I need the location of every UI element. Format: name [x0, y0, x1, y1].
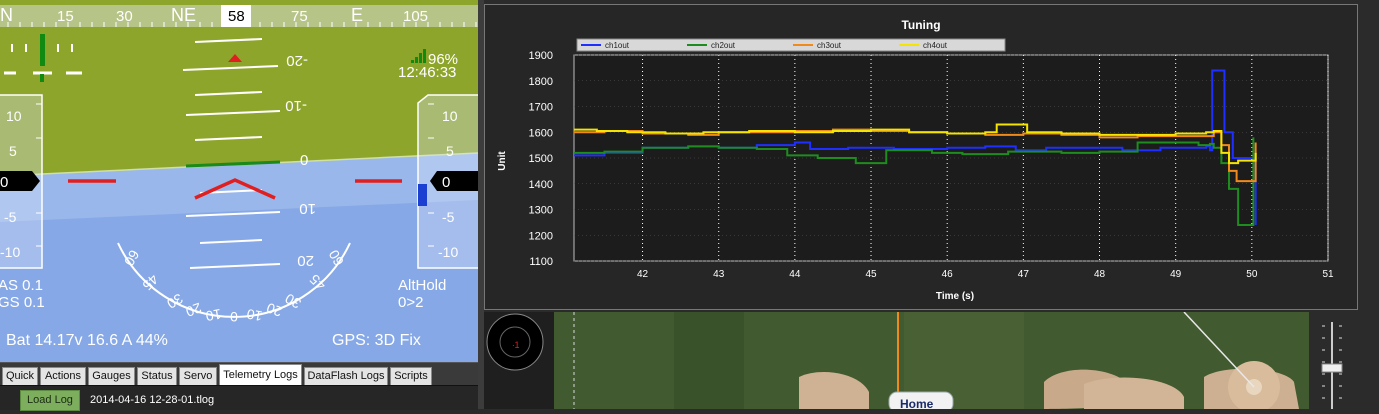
tab-status[interactable]: Status — [137, 367, 177, 385]
airspeed-readout: AS 0.1 — [0, 277, 43, 294]
map-panel[interactable]: ∙1 Home — [484, 312, 1309, 409]
pitch-label-up10: -10 — [285, 97, 307, 114]
x-axis-ticks: 42 43 44 45 46 47 48 49 50 51 — [637, 269, 1334, 280]
x-tick-label: 46 — [942, 269, 954, 280]
altitude-box — [430, 171, 478, 191]
map-svg[interactable]: ∙1 Home — [484, 312, 1309, 409]
legend-label-ch1out: ch1out — [605, 41, 630, 50]
altitude-tape-m10: -10 — [438, 244, 458, 260]
legend-label-ch4out: ch4out — [923, 41, 948, 50]
roll-label: 10 — [204, 306, 222, 324]
flight-data-tabs: Quick Actions Gauges Status Servo Teleme… — [0, 362, 478, 386]
heading-label-15: 15 — [57, 8, 74, 25]
legend-label-ch3out: ch3out — [817, 41, 842, 50]
pitch-label-up20: -20 — [286, 52, 308, 69]
pitch-label-zero: 0 — [300, 152, 308, 169]
hud-panel: N 15 30 NE 58 75 E 105 -20 -10 0 10 20 6… — [0, 0, 478, 362]
x-tick-label: 49 — [1170, 269, 1182, 280]
x-axis-label: Time (s) — [936, 291, 974, 302]
tuning-chart: Tuning 110012001300140015001600170018001… — [497, 18, 1334, 302]
tab-dataflash-logs[interactable]: DataFlash Logs — [304, 367, 388, 385]
y-tick-label: 1500 — [529, 153, 553, 165]
y-tick-label: 1700 — [529, 102, 553, 114]
battery-readout: Bat 14.17v 16.6 A 44% — [6, 332, 168, 349]
roll-label: 10 — [245, 306, 263, 324]
tuning-graph-panel: Tuning 1100 1200 1300 1400 1500 1600 1700 1800 1… — [484, 4, 1358, 310]
airspeed-value: 0 — [0, 174, 8, 191]
x-tick-label: 43 — [713, 269, 725, 280]
tab-actions[interactable]: Actions — [40, 367, 86, 385]
heading-label-n: N — [0, 5, 13, 25]
altitude-tape-10: 10 — [442, 108, 458, 124]
x-tick-label: 45 — [865, 269, 877, 280]
map-zoom-control — [1310, 312, 1359, 409]
home-marker-label: Home — [900, 397, 934, 409]
tab-telemetry-logs[interactable]: Telemetry Logs — [219, 364, 302, 385]
svg-text:∙1: ∙1 — [512, 340, 520, 350]
y-tick-label: 1200 — [529, 230, 553, 242]
chart-legend: ch1out ch2out ch3out ch4out — [576, 38, 1006, 52]
x-tick-label: 51 — [1322, 269, 1334, 280]
y-tick-label: 1900 — [529, 50, 553, 62]
roll-label: 0 — [230, 309, 238, 325]
y-tick-label: 1100 — [529, 256, 553, 268]
airspeed-tape-5: 5 — [9, 143, 17, 159]
y-tick-label: 1400 — [529, 179, 553, 191]
x-tick-label: 44 — [789, 269, 801, 280]
load-log-button[interactable]: Load Log — [20, 390, 80, 411]
legend-label-ch2out: ch2out — [711, 41, 736, 50]
tab-scripts[interactable]: Scripts — [390, 367, 432, 385]
airspeed-tape-m10: -10 — [0, 244, 20, 260]
waypoint-readout: 0>2 — [398, 294, 423, 311]
hud-svg: N 15 30 NE 58 75 E 105 -20 -10 0 10 20 6… — [0, 0, 478, 362]
heading-label-ne: NE — [171, 5, 196, 25]
gps-readout: GPS: 3D Fix — [332, 332, 421, 349]
heading-label-30: 30 — [116, 8, 133, 25]
airspeed-tape-m5: -5 — [4, 209, 17, 225]
right-edge-strip — [1359, 0, 1379, 409]
heading-label-e: E — [351, 5, 363, 25]
heading-label-105: 105 — [403, 8, 428, 25]
y-axis-label: Unit — [497, 151, 508, 171]
log-filename: 2014-04-16 12-28-01.tlog — [90, 394, 215, 406]
airspeed-tape-10: 10 — [6, 108, 22, 124]
y-tick-label: 1300 — [529, 205, 553, 217]
heading-current: 58 — [228, 8, 245, 25]
tab-gauges[interactable]: Gauges — [88, 367, 135, 385]
y-axis-ticks: 1100 1200 1300 1400 1500 1600 1700 1800 1900 — [529, 50, 553, 268]
x-tick-label: 48 — [1094, 269, 1106, 280]
altitude-value: 0 — [442, 174, 450, 191]
groundspeed-readout: GS 0.1 — [0, 294, 45, 311]
flight-mode: AltHold — [398, 277, 446, 294]
heading-label-75: 75 — [291, 8, 308, 25]
telemetry-log-bar: Load Log 2014-04-16 12-28-01.tlog — [0, 385, 478, 411]
tab-servo[interactable]: Servo — [179, 367, 217, 385]
x-tick-label: 42 — [637, 269, 649, 280]
x-tick-label: 47 — [1018, 269, 1030, 280]
tab-quick[interactable]: Quick — [2, 367, 38, 385]
y-tick-label: 1800 — [529, 76, 553, 88]
pitch-label-down10: 10 — [299, 200, 316, 217]
y-tick-label: 1600 — [529, 127, 553, 139]
zoom-slider-handle[interactable] — [1321, 363, 1343, 373]
altitude-tape-5: 5 — [446, 143, 454, 159]
x-tick-label: 50 — [1246, 269, 1258, 280]
chart-title: Tuning — [901, 18, 940, 32]
pitch-label-down20: 20 — [297, 252, 314, 269]
hud-clock: 12:46:33 — [398, 64, 456, 81]
altitude-tape-m5: -5 — [442, 209, 455, 225]
